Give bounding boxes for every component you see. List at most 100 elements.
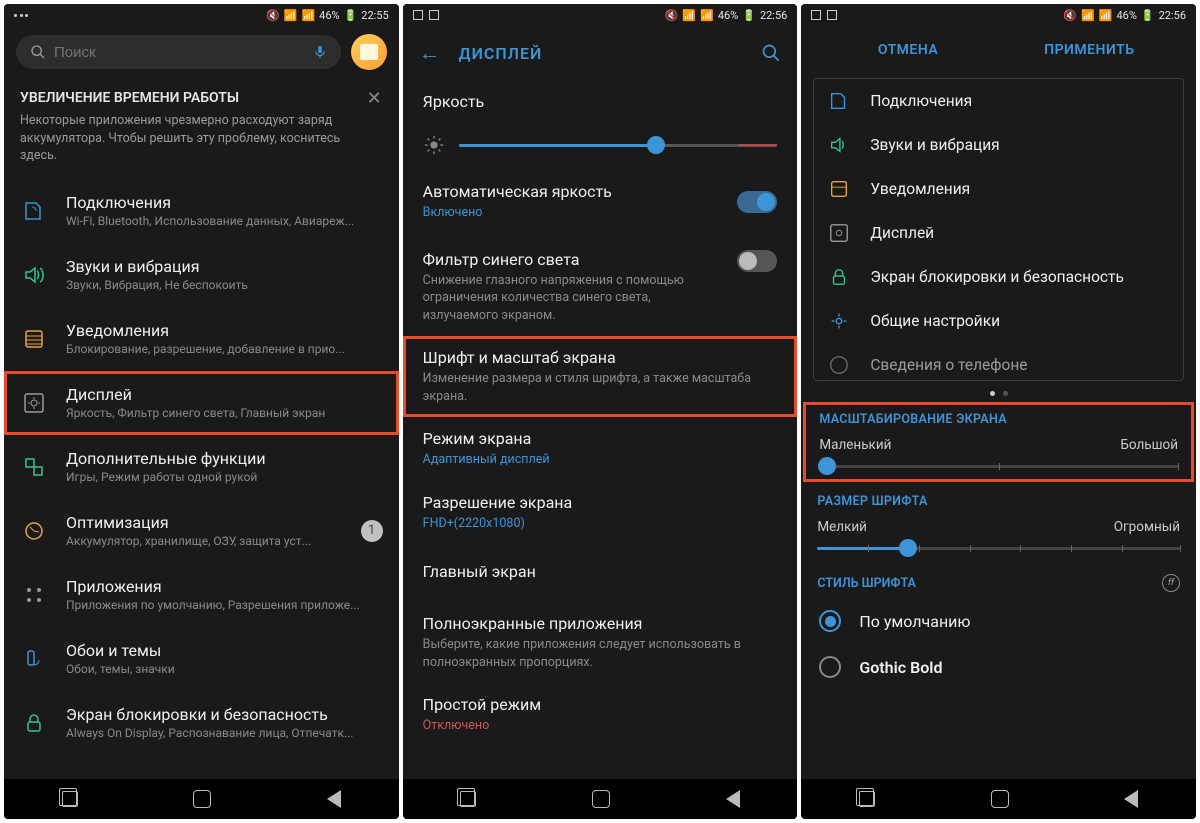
apply-button[interactable]: ПРИМЕНИТЬ	[999, 42, 1180, 58]
row-lockscreen[interactable]: Экран блокировки и безопасностьAlways On…	[4, 691, 399, 755]
settings-list: ПодключенияWi-Fi, Bluetooth, Использован…	[4, 179, 399, 780]
cancel-button[interactable]: ОТМЕНА	[817, 42, 998, 58]
tip-body: Некоторые приложения чрезмерно расходуют…	[20, 112, 383, 165]
row-connections[interactable]: ПодключенияWi-Fi, Bluetooth, Использован…	[4, 179, 399, 243]
radio-icon	[819, 656, 841, 678]
battery-tip-card[interactable]: УВЕЛИЧЕНИЕ ВРЕМЕНИ РАБОТЫ Некоторые прил…	[4, 78, 399, 179]
screenshot-icon	[827, 10, 837, 20]
section-header: МАСШТАБИРОВАНИЕ ЭКРАНА	[819, 412, 1178, 427]
sound-icon	[22, 263, 46, 287]
battery-icon: 🔋	[742, 9, 756, 22]
search-input[interactable]	[54, 44, 305, 61]
tip-title: УВЕЛИЧЕНИЕ ВРЕМЕНИ РАБОТЫ	[20, 90, 383, 106]
grid-notifications[interactable]: Уведомления	[814, 167, 1183, 211]
brightness-section: Яркость	[403, 80, 798, 126]
badge-count: 1	[361, 520, 383, 542]
nav-home-icon[interactable]	[193, 790, 211, 808]
close-icon[interactable]: ✕	[367, 88, 385, 106]
screenshot-icon	[429, 10, 439, 20]
grid-general[interactable]: Общие настройки	[814, 299, 1183, 343]
optimization-icon	[22, 519, 46, 543]
row-optimization[interactable]: ОптимизацияАккумулятор, хранилище, ОЗУ, …	[4, 499, 399, 563]
simple-mode-row[interactable]: Простой режим Отключено	[403, 683, 798, 747]
search-icon[interactable]	[761, 43, 781, 63]
info-icon	[828, 354, 850, 376]
lock-icon	[828, 266, 850, 288]
row-advanced-features[interactable]: Дополнительные функцииИгры, Режим работы…	[4, 435, 399, 499]
grid-display[interactable]: Дисплей	[814, 211, 1183, 255]
blue-filter-row[interactable]: Фильтр синего света Снижение глазного на…	[403, 234, 798, 337]
nav-back-icon[interactable]	[1124, 790, 1138, 808]
settings-preview-grid: Подключения Звуки и вибрация Уведомления…	[813, 78, 1184, 381]
wifi-icon: 📶	[1081, 9, 1095, 22]
mute-icon: 🔇	[266, 9, 280, 22]
mute-icon: 🔇	[665, 9, 679, 22]
zoom-min-label: Маленький	[819, 437, 891, 453]
grid-connections[interactable]: Подключения	[814, 79, 1183, 123]
search-box[interactable]	[16, 35, 341, 69]
search-icon	[30, 44, 46, 60]
font-size-slider[interactable]	[817, 547, 1180, 550]
connections-icon	[22, 199, 46, 223]
nav-home-icon[interactable]	[991, 790, 1009, 808]
nav-bar	[801, 779, 1196, 819]
auto-brightness-row[interactable]: Автоматическая яркость Включено	[403, 172, 798, 234]
connections-icon	[828, 90, 850, 112]
row-display[interactable]: ДисплейЯркость, Фильтр синего света, Гла…	[4, 371, 399, 435]
wifi-icon: 📶	[284, 9, 298, 22]
battery-icon: 🔋	[344, 9, 358, 22]
apps-icon	[22, 583, 46, 607]
brightness-slider[interactable]	[459, 144, 778, 147]
flipfont-icon[interactable]: ff	[1162, 574, 1180, 592]
font-zoom-row[interactable]: Шрифт и масштаб экрана Изменение размера…	[403, 336, 798, 417]
settings-icon	[828, 310, 850, 332]
display-icon	[828, 222, 850, 244]
nav-bar	[403, 779, 798, 819]
fullscreen-apps-row[interactable]: Полноэкранные приложения Выберите, какие…	[403, 602, 798, 683]
screen-zoom-section: МАСШТАБИРОВАНИЕ ЭКРАНА Маленький Большой	[803, 402, 1194, 482]
back-arrow-icon[interactable]: ←	[419, 40, 441, 66]
nav-recent-icon[interactable]	[859, 791, 875, 807]
row-apps[interactable]: ПриложенияПриложения по умолчанию, Разре…	[4, 563, 399, 627]
row-notifications[interactable]: УведомленияБлокирование, разрешение, доб…	[4, 307, 399, 371]
lock-icon	[22, 711, 46, 735]
settings-main-screen: 🔇 📶 📶 46% 🔋 22:55 УВЕЛИЧЕНИЕ ВРЕМЕНИ РАБ…	[4, 4, 399, 819]
wifi-icon: 📶	[682, 9, 696, 22]
status-bar: 🔇 📶 📶 46% 🔋 22:56	[801, 4, 1196, 26]
profile-avatar[interactable]	[351, 34, 387, 70]
mic-icon[interactable]	[313, 43, 327, 61]
zoom-slider[interactable]	[819, 465, 1178, 468]
auto-brightness-toggle[interactable]	[737, 191, 777, 213]
nav-recent-icon[interactable]	[460, 791, 476, 807]
pager-dots	[801, 387, 1196, 400]
screenshot-icon	[811, 10, 821, 20]
font-style-gothic-bold[interactable]: Gothic Bold	[801, 644, 1196, 690]
grid-sounds[interactable]: Звуки и вибрация	[814, 123, 1183, 167]
home-screen-row[interactable]: Главный экран	[403, 544, 798, 602]
font-style-default[interactable]: По умолчанию	[801, 598, 1196, 644]
resolution-row[interactable]: Разрешение экрана FHD+(2220x1080)	[403, 481, 798, 545]
radio-icon	[819, 610, 841, 632]
grid-lockscreen[interactable]: Экран блокировки и безопасность	[814, 255, 1183, 299]
battery-pct: 46%	[319, 9, 339, 22]
status-bar: 🔇 📶 📶 46% 🔋 22:56	[403, 4, 798, 26]
nav-back-icon[interactable]	[327, 790, 341, 808]
screenshot-icon	[413, 10, 423, 20]
display-settings-screen: 🔇 📶 📶 46% 🔋 22:56 ← ДИСПЛЕЙ Яркость Авто…	[403, 4, 798, 819]
clock: 22:55	[361, 9, 388, 22]
font-min-label: Мелкий	[817, 519, 867, 535]
sound-icon	[828, 134, 850, 156]
more-icon	[14, 14, 28, 17]
nav-recent-icon[interactable]	[62, 791, 78, 807]
nav-home-icon[interactable]	[592, 790, 610, 808]
nav-back-icon[interactable]	[726, 790, 740, 808]
row-wallpapers[interactable]: Обои и темыОбои, темы, значки	[4, 627, 399, 691]
notifications-icon	[828, 178, 850, 200]
signal-icon: 📶	[1099, 9, 1113, 22]
nav-bar	[4, 779, 399, 819]
font-zoom-screen: 🔇 📶 📶 46% 🔋 22:56 ОТМЕНА ПРИМЕНИТЬ Подкл…	[801, 4, 1196, 819]
row-sounds[interactable]: Звуки и вибрацияЗвуки, Вибрация, Не бесп…	[4, 243, 399, 307]
blue-filter-toggle[interactable]	[737, 250, 777, 272]
screen-mode-row[interactable]: Режим экрана Адаптивный дисплей	[403, 417, 798, 481]
grid-about[interactable]: Сведения о телефоне	[814, 343, 1183, 380]
